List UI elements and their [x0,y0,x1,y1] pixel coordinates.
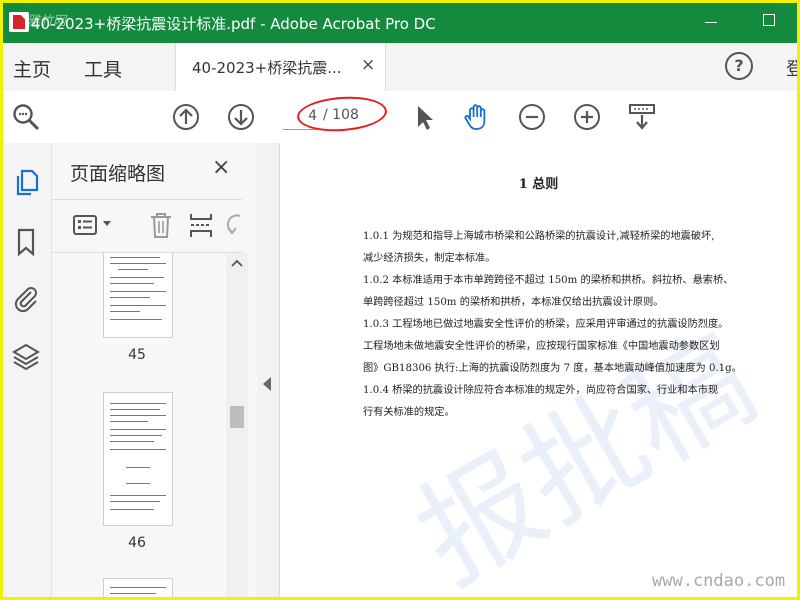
keyboard-scroll-icon[interactable] [627,102,657,132]
title-bar: 雅竹网 40-2023+桥梁抗震设计标准.pdf - Adobe Acrobat… [3,3,797,43]
window-title: 40-2023+桥梁抗震设计标准.pdf - Adobe Acrobat Pro… [31,15,436,33]
paragraph-line: 工程场地未做地震安全性评价的桥梁，应按现行国家标准《中国地震动参数区划 [363,341,720,352]
thumbnail-label-46: 46 [128,535,146,551]
layers-icon[interactable] [11,341,41,371]
help-icon[interactable]: ? [725,52,753,80]
options-list-icon[interactable] [72,212,98,238]
trash-icon[interactable] [148,211,174,239]
paragraph-line: 1.0.4 桥梁的抗震设计除应符合本标准的规定外，尚应符合国家、行业和本市现 [363,385,719,396]
document-tab[interactable]: 40-2023+桥梁抗震... × [175,43,386,91]
maximize-icon[interactable] [763,14,775,26]
thumbnail-page-46[interactable] [104,393,172,525]
minimize-icon[interactable] [705,22,717,23]
page-up-icon[interactable] [171,102,201,132]
section-heading: 1 总则 [518,177,559,192]
paragraph-line: 减少经济损失，制定本标准。 [363,253,496,264]
copy-pages-icon[interactable] [11,167,41,197]
collapse-panel-strip[interactable] [257,143,280,597]
menu-tools[interactable]: 工具 [84,55,122,82]
select-arrow-icon[interactable] [409,102,439,132]
paragraph-line: 1.0.2 本标准适用于本市单跨跨径不超过 150m 的梁桥和拱桥。斜拉桥、悬索… [363,275,734,286]
chevron-down-icon[interactable] [102,220,112,228]
close-tab-icon[interactable]: × [361,55,375,75]
insert-page-icon[interactable] [188,211,214,239]
paragraph-line: 1.0.1 为规范和指导上海城市桥梁和公路桥梁的抗震设计,减轻桥梁的地震破坏, [363,231,715,242]
paragraph-line: 图》GB18306 执行:上海的抗震设防烈度为 7 度，基本地震动峰值加速度为 … [363,363,742,374]
paragraph-line: 1.0.3 工程场地已做过地震安全性评价的桥梁，应采用评审通过的抗震设防烈度。 [363,319,729,330]
thumbnail-page-47[interactable] [104,579,172,597]
scroll-thumb[interactable] [230,406,244,428]
document-view[interactable]: 报批稿 1 总则 1.0.1 为规范和指导上海城市桥梁和公路桥梁的抗震设计,减轻… [280,143,797,597]
undo-icon[interactable] [226,212,242,238]
panel-title: 页面缩略图 [70,163,166,185]
thumbnail-page-45[interactable] [104,253,172,337]
attachment-icon[interactable] [11,283,41,313]
thumbnail-scrollbar[interactable] [226,253,248,597]
thumbnail-label-45: 45 [128,347,146,363]
toolbar: 4 / 108 [3,91,797,144]
site-watermark: www.cndao.com [652,571,786,591]
page-down-icon[interactable] [226,102,256,132]
app-window: 雅竹网 40-2023+桥梁抗震设计标准.pdf - Adobe Acrobat… [3,3,797,597]
page-thumbnails-panel: 页面缩略图 × 45 46 [52,143,258,597]
sign-in-link[interactable]: 登 [786,55,797,81]
zoom-icon[interactable] [11,102,41,132]
hand-icon[interactable] [462,102,492,132]
zoom-in-icon[interactable] [572,102,602,132]
paragraph-line: 单跨跨径超过 150m 的梁桥和拱桥，本标准仅给出抗震设计原则。 [363,297,664,308]
acrobat-logo-icon [9,12,29,32]
close-panel-icon[interactable]: × [212,155,230,180]
menu-row: 主页 工具 40-2023+桥梁抗震... × ? 登 [3,43,797,92]
collapse-arrow-icon[interactable] [263,377,271,391]
draft-watermark: 报批稿 [395,309,777,597]
menu-home[interactable]: 主页 [13,55,51,82]
paragraph-line: 行有关标准的规定。 [363,407,455,418]
zoom-out-icon[interactable] [517,102,547,132]
thumbnail-list[interactable]: 45 46 [52,253,257,597]
document-tab-label: 40-2023+桥梁抗震... [192,59,342,77]
annotation-oval [295,93,389,135]
bookmark-icon[interactable] [11,227,41,257]
scroll-up-icon[interactable] [231,259,243,267]
panel-toolbar [52,199,242,253]
left-nav [3,143,52,597]
